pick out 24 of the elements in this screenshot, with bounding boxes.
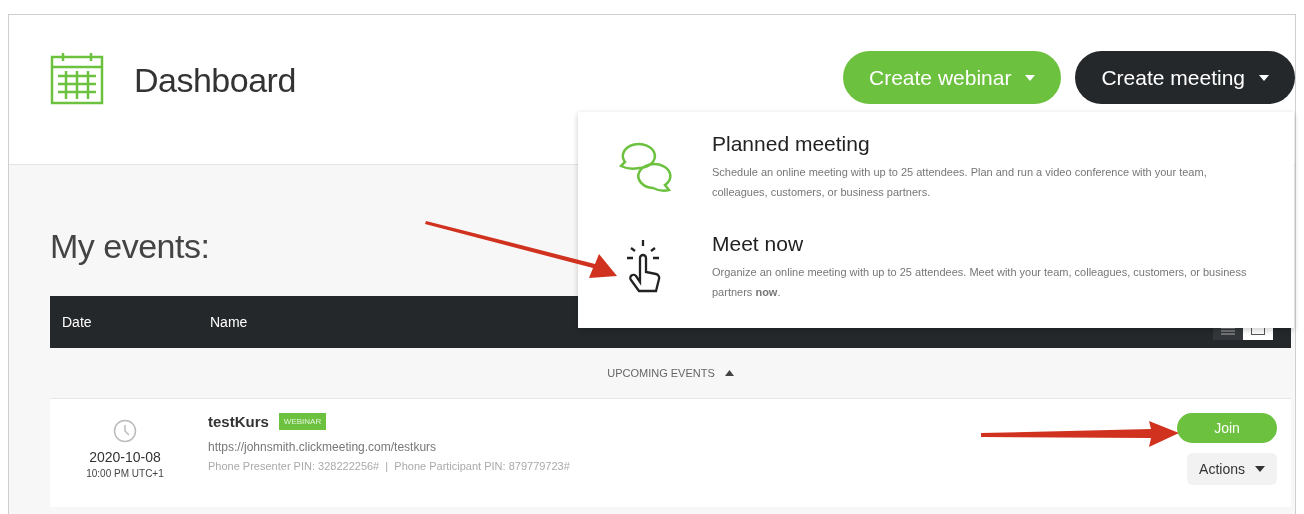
caret-icon bbox=[1025, 74, 1036, 81]
column-header: Date bbox=[61, 314, 93, 330]
create-button[interactable]: Create meeting bbox=[1075, 51, 1295, 104]
menu-item-title[interactable]: Planned meeting bbox=[712, 132, 1250, 156]
list-icon bbox=[1221, 327, 1235, 335]
group-label[interactable]: UPCOMING EVENTS bbox=[607, 367, 715, 379]
menu-item-description: Schedule an online meeting with up to 25 attendees. Plan and run a video conference with your team, colleagues, customers, or business partners. bbox=[712, 165, 1208, 200]
event-date: 2020-10-08 bbox=[89, 449, 161, 465]
caret-icon bbox=[1255, 466, 1265, 472]
caret-icon bbox=[1259, 74, 1269, 81]
menu-item-title[interactable]: Meet now bbox=[712, 232, 1250, 256]
collapse-icon[interactable] bbox=[724, 370, 734, 376]
event-type-tag: WEBINAR bbox=[278, 413, 327, 430]
event-time: 10:00 PM UTC+1 bbox=[86, 468, 164, 479]
menu-item-description: Organize an online meeting with up to 25 attendees. Meet with your team, colleagues, customers, or business partners now. bbox=[712, 265, 1248, 300]
column-header: Name bbox=[209, 314, 249, 330]
actions-button[interactable]: Actions bbox=[1187, 453, 1277, 485]
clock-icon bbox=[113, 419, 137, 443]
section-title: My events: bbox=[50, 227, 210, 266]
calendar-icon bbox=[50, 51, 104, 105]
event-name: testKurs bbox=[208, 413, 269, 430]
page-title: Dashboard bbox=[134, 61, 296, 100]
phone-pins: Phone Presenter PIN: 328222256# | Phone Participant PIN: 879779723# bbox=[208, 460, 571, 472]
event-url: https://johnsmith.clickmeeting.com/testkurs bbox=[208, 440, 438, 454]
